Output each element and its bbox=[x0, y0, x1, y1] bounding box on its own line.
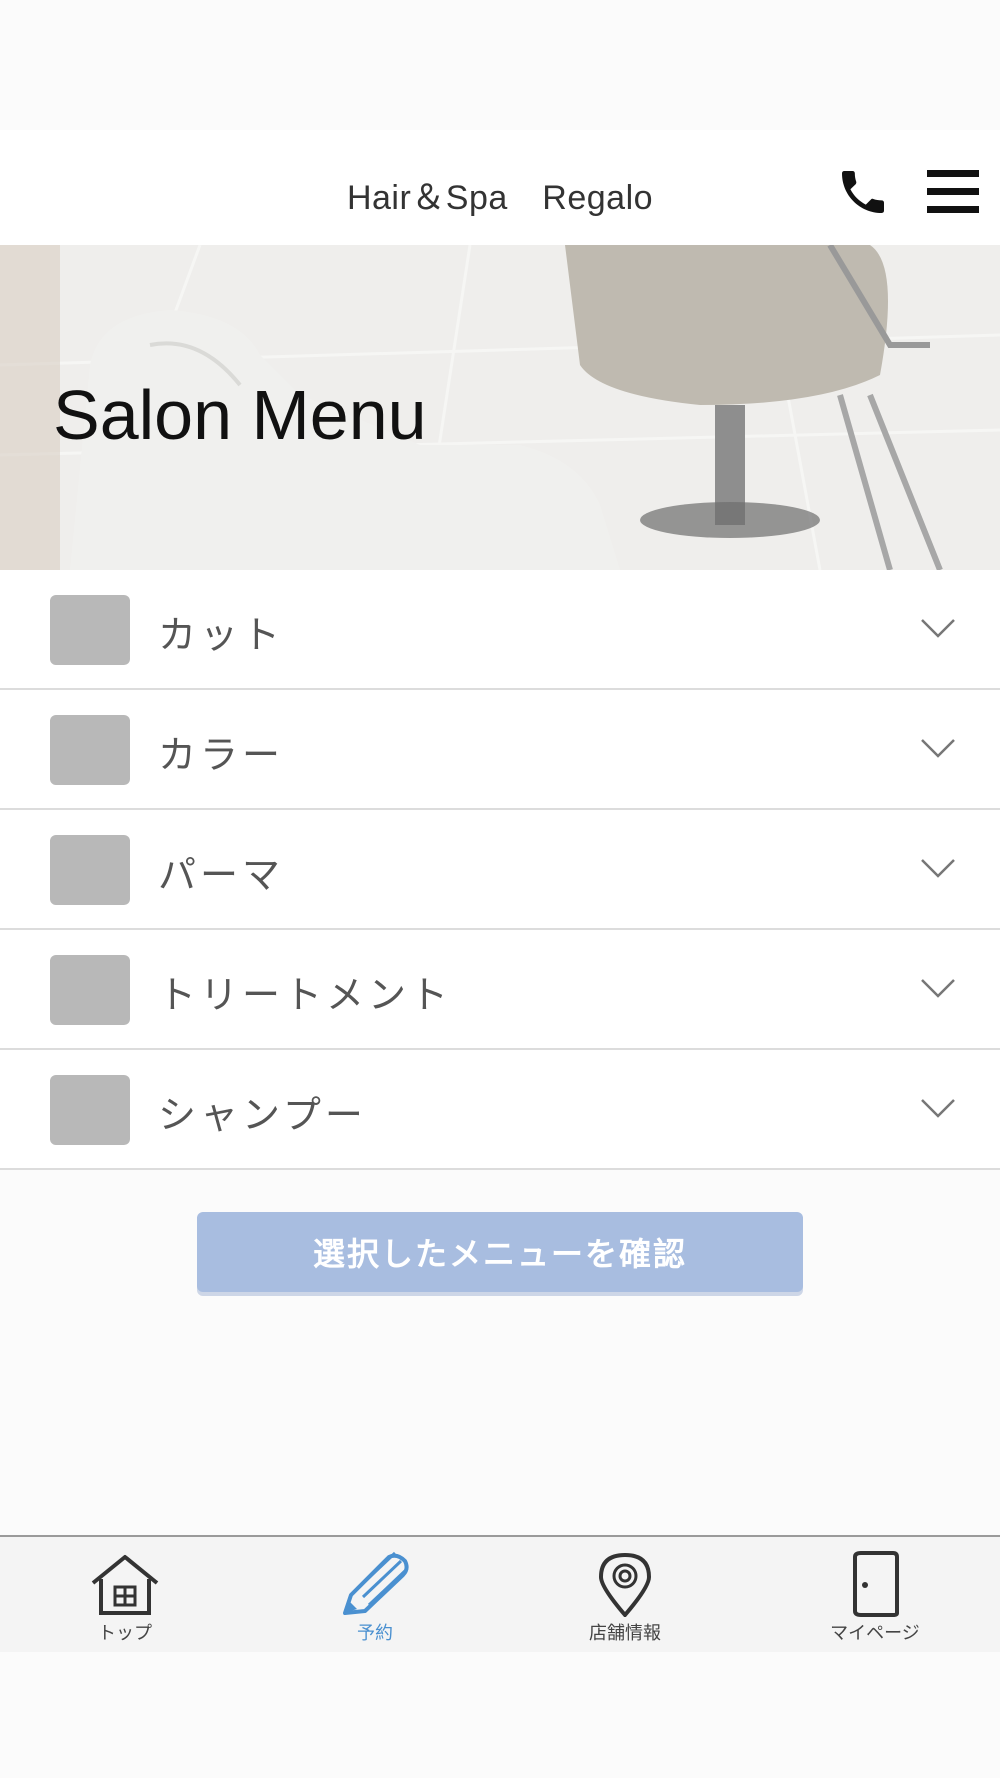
category-checkbox[interactable] bbox=[50, 715, 130, 785]
category-label: カラー bbox=[158, 733, 285, 777]
chevron-down-icon[interactable] bbox=[918, 1094, 958, 1122]
chevron-down-icon[interactable] bbox=[918, 854, 958, 882]
tab-label: マイページ bbox=[830, 1623, 920, 1644]
hero-banner: Salon Menu bbox=[0, 245, 1000, 570]
phone-icon[interactable] bbox=[835, 164, 891, 220]
bottom-tab-bar: トップ 予約 店舗情報 マイページ bbox=[0, 1535, 1000, 1652]
tab-mypage[interactable]: マイページ bbox=[750, 1537, 1000, 1652]
tab-top[interactable]: トップ bbox=[0, 1537, 250, 1652]
category-checkbox[interactable] bbox=[50, 835, 130, 905]
chevron-down-icon[interactable] bbox=[918, 614, 958, 642]
category-checkbox[interactable] bbox=[50, 1075, 130, 1145]
category-label: シャンプー bbox=[158, 1093, 367, 1137]
confirm-selection-button[interactable]: 選択したメニューを確認 bbox=[197, 1212, 803, 1292]
tab-label: 予約 bbox=[357, 1623, 393, 1644]
menu-row-cut[interactable]: カット bbox=[0, 570, 1000, 690]
menu-row-color[interactable]: カラー bbox=[0, 690, 1000, 810]
category-label: カット bbox=[158, 613, 285, 657]
menu-row-treatment[interactable]: トリートメント bbox=[0, 930, 1000, 1050]
chevron-down-icon[interactable] bbox=[918, 734, 958, 762]
category-checkbox[interactable] bbox=[50, 595, 130, 665]
home-icon bbox=[91, 1555, 159, 1615]
tab-reserve[interactable]: 予約 bbox=[250, 1537, 500, 1652]
menu-row-perm[interactable]: パーマ bbox=[0, 810, 1000, 930]
location-pin-icon bbox=[598, 1552, 652, 1617]
menu-category-list: カット カラー パーマ トリートメント シャンプー bbox=[0, 570, 1000, 1170]
category-checkbox[interactable] bbox=[50, 955, 130, 1025]
category-label: トリートメント bbox=[158, 973, 453, 1017]
app-header: Hair＆Spa Regalo bbox=[0, 130, 1000, 245]
category-label: パーマ bbox=[158, 853, 285, 897]
tab-label: 店舗情報 bbox=[589, 1623, 661, 1644]
menu-row-shampoo[interactable]: シャンプー bbox=[0, 1050, 1000, 1170]
chevron-down-icon[interactable] bbox=[918, 974, 958, 1002]
hamburger-menu-icon[interactable] bbox=[925, 168, 981, 216]
page-title: Salon Menu bbox=[53, 376, 427, 454]
door-icon bbox=[853, 1551, 899, 1617]
app-screen: Hair＆Spa Regalo Salon Menu カット カラー パーマ ト… bbox=[0, 0, 1000, 1778]
pencil-icon bbox=[343, 1551, 409, 1615]
tab-store-info[interactable]: 店舗情報 bbox=[500, 1537, 750, 1652]
tab-label: トップ bbox=[98, 1623, 152, 1644]
